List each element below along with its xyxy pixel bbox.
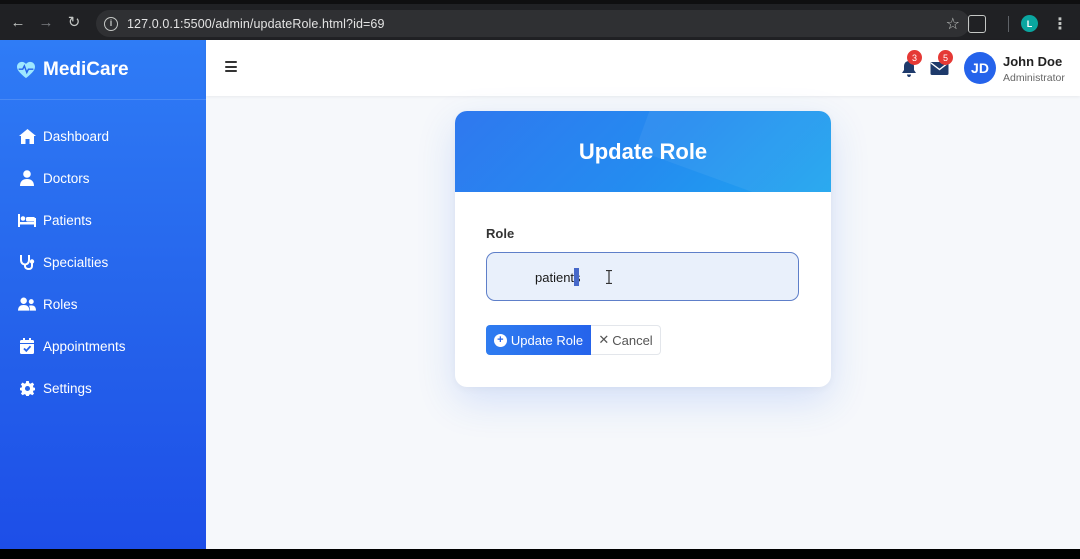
sidebar-item-label: Specialties [43, 254, 109, 270]
cancel-button-label: Cancel [612, 332, 653, 348]
plus-circle-icon: + [493, 333, 507, 347]
update-role-button[interactable]: + Update Role [486, 325, 591, 355]
toolbar-divider [1008, 15, 1009, 32]
bookmark-star-icon[interactable]: ☆ [946, 14, 960, 34]
url-text: 127.0.0.1:5500/admin/updateRole.html?id=… [127, 16, 385, 31]
update-role-card: Update Role Role patients + Update Role … [455, 111, 831, 387]
card-header: Update Role [455, 111, 831, 192]
message-badge: 5 [938, 50, 953, 65]
heartbeat-icon [17, 61, 35, 78]
site-info-icon[interactable]: i [104, 16, 118, 31]
user-role: Administrator [1003, 72, 1065, 84]
sidebar-item-settings[interactable]: Settings [0, 367, 206, 409]
role-input[interactable]: patients [486, 252, 799, 301]
browser-toolbar: ← → ↻ i 127.0.0.1:5500/admin/updateRole.… [0, 0, 1080, 40]
user-avatar[interactable]: JD [964, 52, 996, 84]
users-icon [18, 296, 36, 312]
sidebar-item-label: Settings [43, 380, 92, 396]
profile-avatar[interactable]: L [1021, 15, 1038, 32]
user-doctor-icon [18, 170, 36, 186]
sidebar-item-roles[interactable]: Roles [0, 283, 206, 325]
sidebar-item-appointments[interactable]: Appointments [0, 325, 206, 367]
address-bar[interactable]: i 127.0.0.1:5500/admin/updateRole.html?i… [96, 10, 970, 37]
extensions-icon[interactable] [968, 14, 986, 33]
sidebar-item-label: Patients [43, 212, 92, 228]
cancel-button[interactable]: ✕ Cancel [591, 325, 661, 355]
brand-name: MediCare [43, 58, 129, 80]
notification-badge: 3 [907, 50, 922, 65]
browser-menu-icon[interactable]: ⋮ [1052, 14, 1068, 34]
menu-toggle-icon[interactable] [225, 61, 237, 72]
sidebar-item-patients[interactable]: Patients [0, 199, 206, 241]
sidebar-item-label: Appointments [43, 338, 126, 354]
role-label: Role [486, 226, 515, 241]
home-icon [18, 128, 36, 144]
gear-icon [18, 380, 36, 396]
sidebar-menu: Dashboard Doctors Patients Specialties R… [0, 115, 206, 409]
app-viewport: MediCare Dashboard Doctors Patients Spec… [0, 40, 1080, 549]
sidebar: MediCare Dashboard Doctors Patients Spec… [0, 40, 206, 549]
text-cursor-icon [606, 270, 612, 284]
topbar: 3 5 JD John Doe Administrator [206, 40, 1080, 96]
close-icon: ✕ [598, 332, 610, 347]
text-selection-caret [574, 268, 579, 286]
back-icon[interactable]: ← [4, 8, 32, 36]
calendar-check-icon [18, 338, 36, 354]
sidebar-item-label: Doctors [43, 170, 90, 186]
page-title: Update Role [578, 138, 708, 164]
sidebar-item-specialties[interactable]: Specialties [0, 241, 206, 283]
update-role-button-label: Update Role [510, 332, 584, 348]
sidebar-item-dashboard[interactable]: Dashboard [0, 115, 206, 157]
user-name[interactable]: John Doe [1003, 54, 1062, 69]
sidebar-item-label: Roles [43, 296, 78, 312]
sidebar-item-doctors[interactable]: Doctors [0, 157, 206, 199]
bed-icon [18, 212, 36, 228]
reload-icon[interactable]: ↻ [60, 8, 88, 36]
sidebar-item-label: Dashboard [43, 128, 110, 144]
forward-icon[interactable]: → [32, 8, 60, 36]
brand[interactable]: MediCare [0, 40, 206, 100]
screen-bottom-edge [0, 549, 1080, 559]
stethoscope-icon [18, 254, 36, 270]
